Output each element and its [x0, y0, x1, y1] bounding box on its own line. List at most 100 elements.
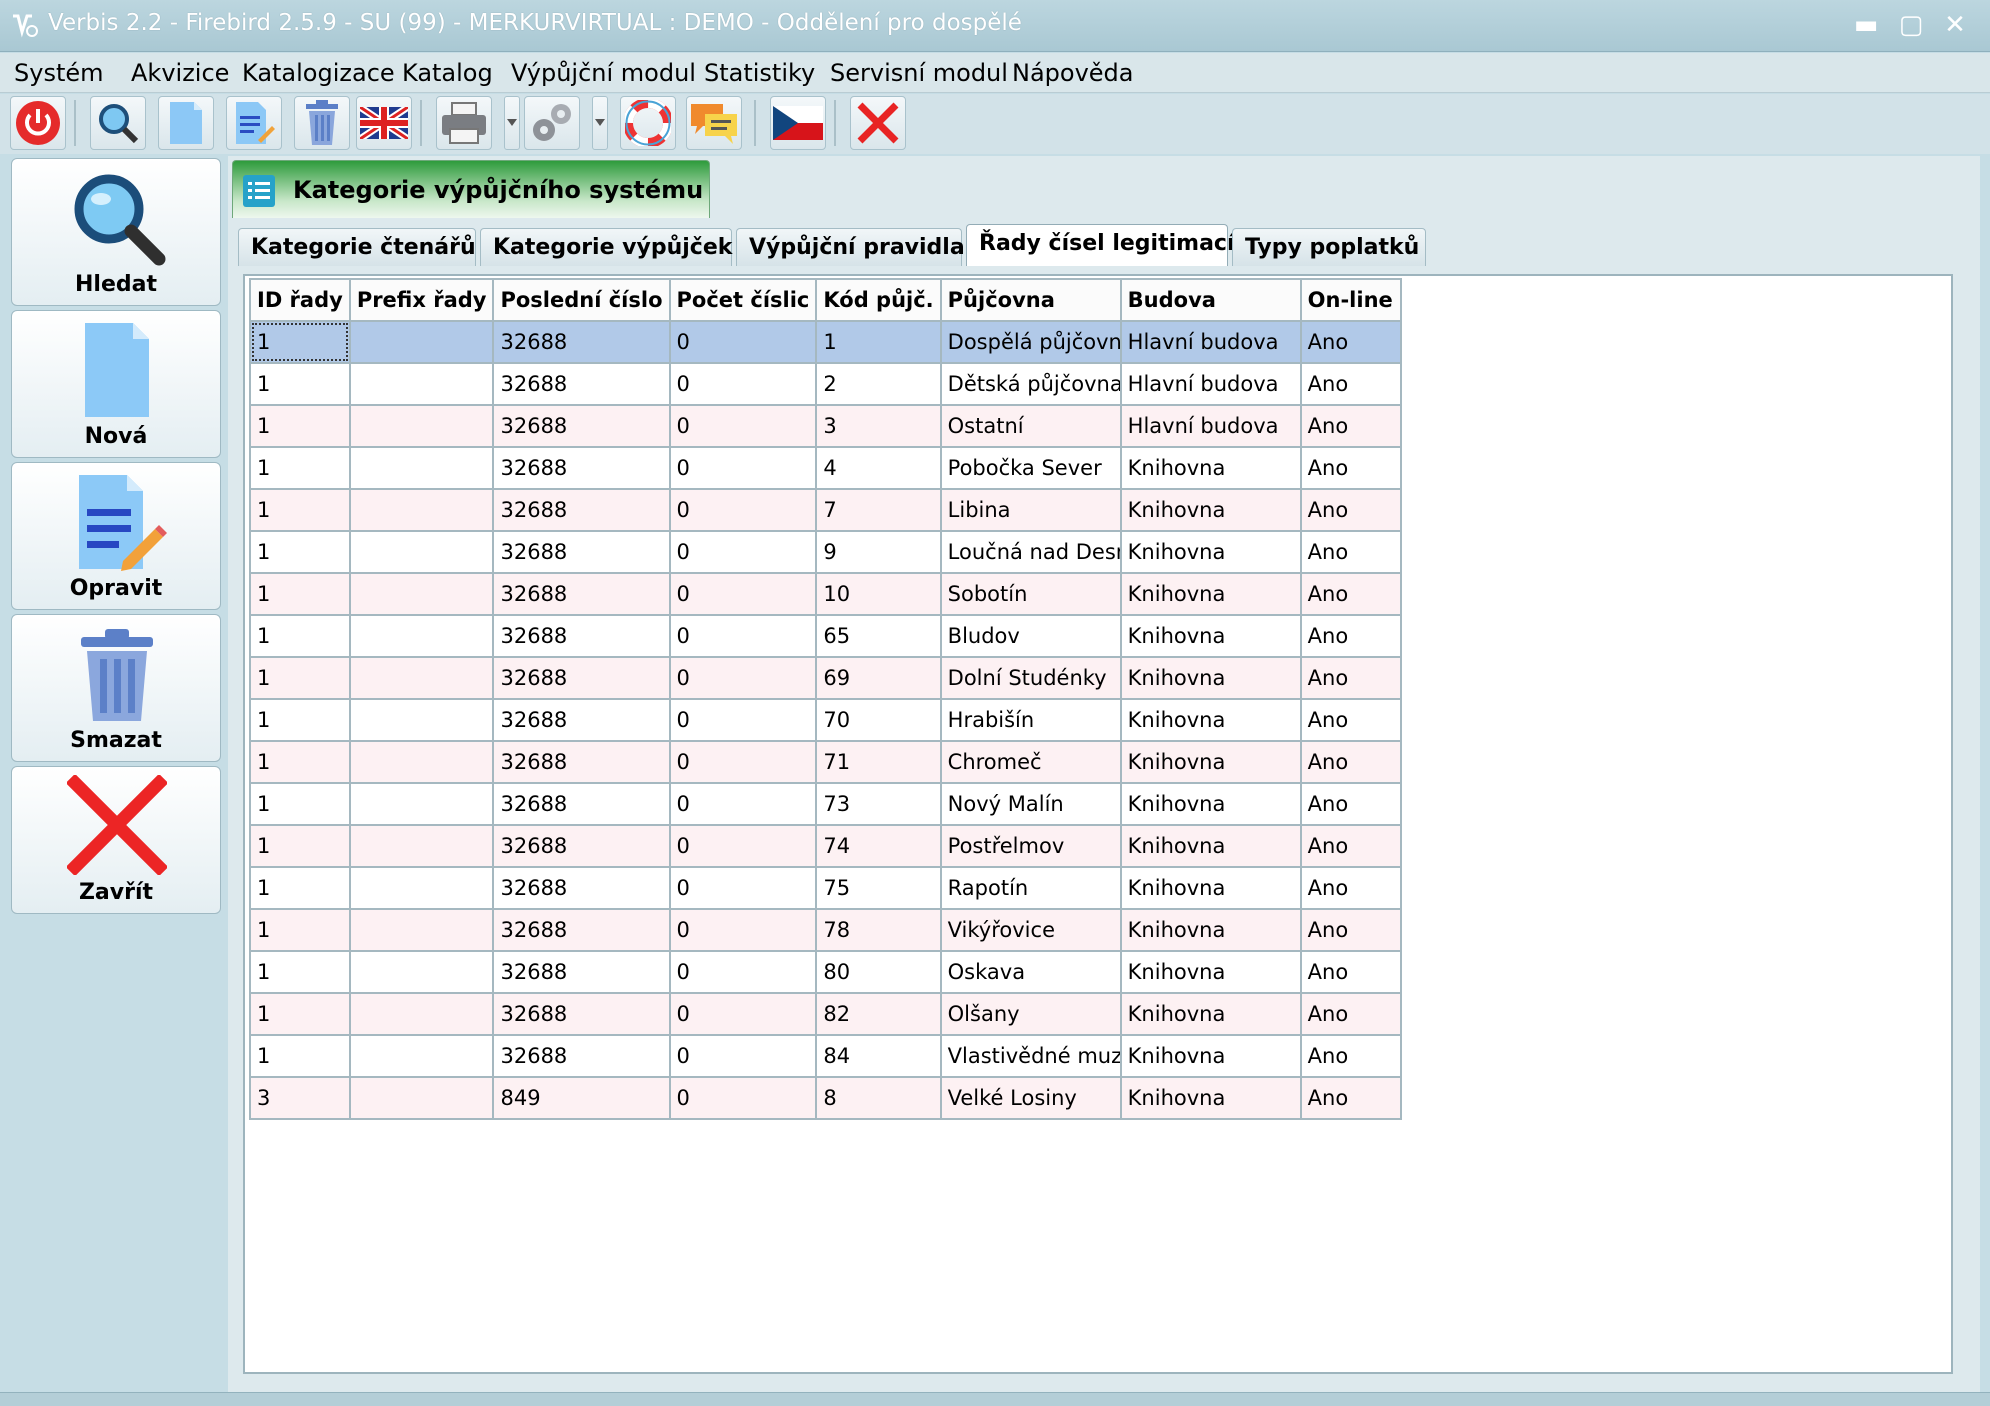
cell-online[interactable]: Ano — [1299, 698, 1402, 742]
table-row[interactable]: 1 32688 0 78 Vikýřovice Knihovna Ano — [249, 908, 1402, 952]
sidebar-delete-button[interactable]: Smazat — [11, 614, 221, 762]
table-row[interactable]: 1 32688 0 75 Rapotín Knihovna Ano — [249, 866, 1402, 910]
cell-digit-count[interactable]: 0 — [668, 572, 818, 616]
cell-branch-code[interactable]: 7 — [815, 488, 942, 532]
cell-series-prefix[interactable] — [348, 530, 495, 574]
cell-branch[interactable]: Sobotín — [939, 572, 1122, 616]
cell-digit-count[interactable]: 0 — [668, 698, 818, 742]
cell-branch[interactable]: Dětská půjčovna — [939, 362, 1122, 406]
cell-branch-code[interactable]: 78 — [815, 908, 942, 952]
cell-series-id[interactable]: 1 — [249, 530, 351, 574]
settings-dropdown[interactable] — [592, 96, 608, 150]
cell-online[interactable]: Ano — [1299, 866, 1402, 910]
cell-branch[interactable]: Velké Losiny — [939, 1076, 1122, 1120]
cell-series-prefix[interactable] — [348, 572, 495, 616]
cell-online[interactable]: Ano — [1299, 488, 1402, 532]
cell-series-id[interactable]: 1 — [249, 992, 351, 1036]
cell-series-id[interactable]: 1 — [249, 362, 351, 406]
cell-series-prefix[interactable] — [348, 446, 495, 490]
cell-last-number[interactable]: 32688 — [492, 866, 671, 910]
cell-last-number[interactable]: 32688 — [492, 488, 671, 532]
cell-digit-count[interactable]: 0 — [668, 446, 818, 490]
cell-series-prefix[interactable] — [348, 782, 495, 826]
sidebar-search-button[interactable]: Hledat — [11, 158, 221, 306]
cell-digit-count[interactable]: 0 — [668, 404, 818, 448]
cell-digit-count[interactable]: 0 — [668, 530, 818, 574]
print-button[interactable] — [436, 96, 492, 150]
cell-building[interactable]: Knihovna — [1119, 824, 1302, 868]
column-header-series-id[interactable]: ID řady — [249, 278, 351, 322]
cell-online[interactable]: Ano — [1299, 908, 1402, 952]
cell-series-id[interactable]: 1 — [249, 866, 351, 910]
print-dropdown[interactable] — [504, 96, 520, 150]
cell-last-number[interactable]: 849 — [492, 1076, 671, 1120]
new-button[interactable] — [158, 96, 214, 150]
cell-branch[interactable]: Loučná nad Desnou — [939, 530, 1122, 574]
cell-series-prefix[interactable] — [348, 362, 495, 406]
cell-branch[interactable]: Dolní Studénky — [939, 656, 1122, 700]
cell-online[interactable]: Ano — [1299, 824, 1402, 868]
cell-series-id[interactable]: 1 — [249, 782, 351, 826]
power-button[interactable] — [10, 96, 66, 150]
cell-building[interactable]: Knihovna — [1119, 572, 1302, 616]
table-row[interactable]: 1 32688 0 2 Dětská půjčovna Hlavní budova Ano — [249, 362, 1402, 406]
maximize-button[interactable]: ▢ — [1893, 8, 1929, 42]
cell-branch[interactable]: Rapotín — [939, 866, 1122, 910]
cell-series-id[interactable]: 1 — [249, 950, 351, 994]
table-row[interactable]: 1 32688084Vlastivědné muzeumKnihovnaAno — [249, 1034, 1402, 1078]
cell-branch[interactable]: Olšany — [939, 992, 1122, 1036]
column-header-building[interactable]: Budova — [1119, 278, 1302, 322]
cell-series-prefix[interactable] — [348, 824, 495, 868]
cell-last-number[interactable]: 32688 — [492, 530, 671, 574]
cell-online[interactable]: Ano — [1299, 446, 1402, 490]
sidebar-close-button[interactable]: Zavřít — [11, 766, 221, 914]
cell-last-number[interactable]: 32688 — [492, 740, 671, 784]
cell-last-number[interactable]: 32688 — [492, 992, 671, 1036]
cell-branch-code[interactable]: 1 — [815, 320, 942, 364]
cell-series-id[interactable]: 1 — [249, 656, 351, 700]
sidebar-edit-button[interactable]: Opravit — [11, 462, 221, 610]
search-button[interactable] — [90, 96, 146, 150]
cell-series-id[interactable]: 1 — [249, 446, 351, 490]
cell-building[interactable]: Knihovna — [1119, 1076, 1302, 1120]
cell-online[interactable]: Ano — [1299, 530, 1402, 574]
cell-series-prefix[interactable] — [348, 698, 495, 742]
cell-branch[interactable]: Ostatní — [939, 404, 1122, 448]
tab-loan-rules[interactable]: Výpůjční pravidla — [736, 228, 965, 266]
cell-series-id[interactable]: 3 — [249, 1076, 351, 1120]
menu-system[interactable]: Systém — [14, 59, 104, 87]
table-row[interactable]: 1 32688 0 82 Olšany Knihovna Ano — [249, 992, 1402, 1036]
cell-series-id[interactable]: 1 — [249, 908, 351, 952]
cell-series-prefix[interactable] — [348, 908, 495, 952]
column-header-last-number[interactable]: Poslední číslo — [492, 278, 671, 322]
cell-branch-code[interactable]: 65 — [815, 614, 942, 658]
cell-branch-code[interactable]: 4 — [815, 446, 942, 490]
cell-building[interactable]: Hlavní budova — [1119, 362, 1302, 406]
cell-digit-count[interactable]: 0 — [668, 320, 818, 364]
table-row[interactable]: 1 32688 0 3 Ostatní Hlavní budova Ano — [249, 404, 1402, 448]
cell-online[interactable]: Ano — [1299, 404, 1402, 448]
table-row[interactable]: 1 32688 0 1 Dospělá půjčovna Hlavní budova Ano — [249, 320, 1402, 364]
cell-series-id[interactable]: 1 — [249, 488, 351, 532]
menu-circulation[interactable]: Výpůjční modul — [511, 59, 696, 87]
cell-online[interactable]: Ano — [1299, 614, 1402, 658]
cell-building[interactable]: Knihovna — [1119, 992, 1302, 1036]
cell-branch-code[interactable]: 82 — [815, 992, 942, 1036]
cell-series-prefix[interactable] — [348, 740, 495, 784]
cell-branch-code[interactable]: 75 — [815, 866, 942, 910]
language-english-button[interactable] — [356, 96, 412, 150]
language-czech-button[interactable] — [770, 96, 826, 150]
cell-branch-code[interactable]: 9 — [815, 530, 942, 574]
cell-last-number[interactable]: 32688 — [492, 362, 671, 406]
column-header-online[interactable]: On-line — [1299, 278, 1402, 322]
cell-digit-count[interactable]: 0 — [668, 782, 818, 826]
cell-branch[interactable]: Oskava — [939, 950, 1122, 994]
menu-catalog[interactable]: Katalog — [402, 59, 493, 87]
minimize-button[interactable]: ▬ — [1848, 8, 1884, 42]
cell-branch-code[interactable]: 3 — [815, 404, 942, 448]
cell-series-id[interactable]: 1 — [249, 1034, 351, 1078]
cell-online[interactable]: Ano — [1299, 992, 1402, 1036]
cell-last-number[interactable]: 32688 — [492, 404, 671, 448]
table-row[interactable]: 1 32688 0 4 Pobočka Sever Knihovna Ano — [249, 446, 1402, 490]
table-row[interactable]: 1 32688 0 65 Bludov Knihovna Ano — [249, 614, 1402, 658]
